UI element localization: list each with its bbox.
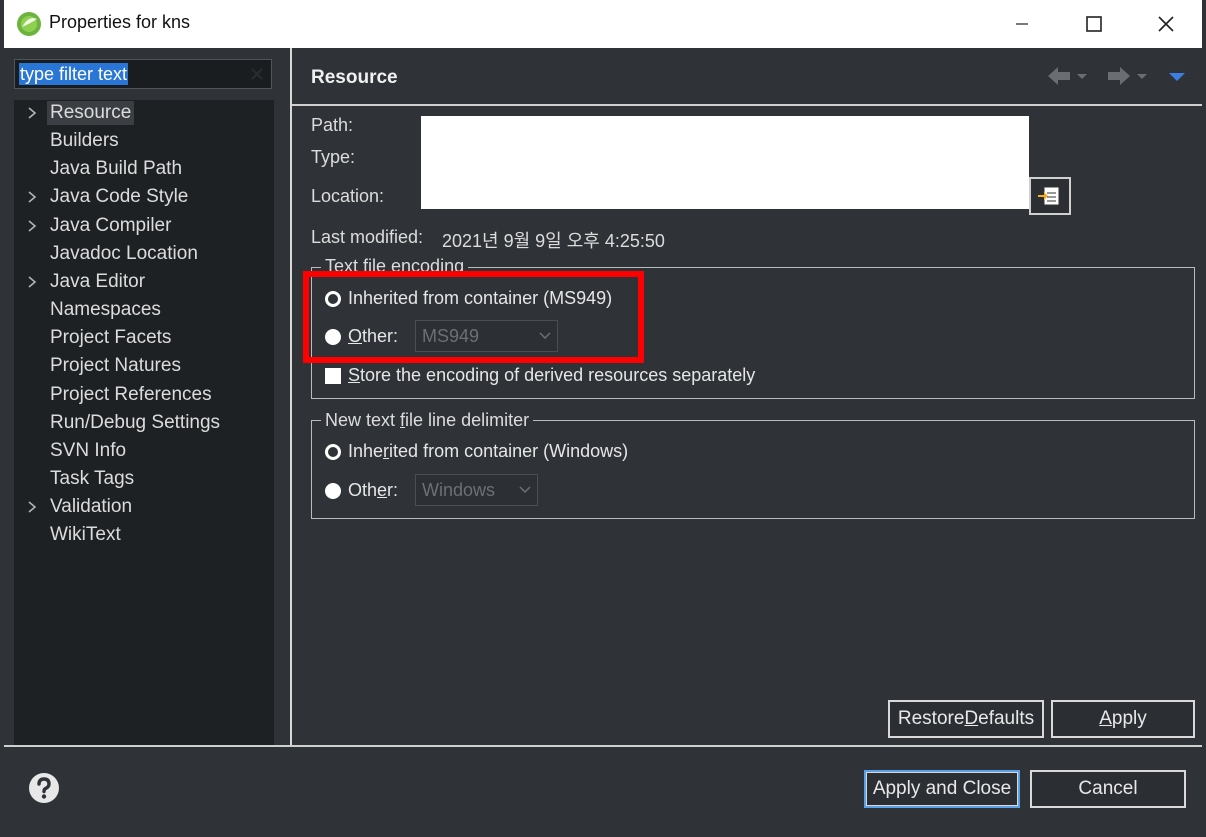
chevron-right-icon[interactable] [26, 104, 38, 122]
maximize-button[interactable] [1058, 0, 1130, 48]
tree-item[interactable]: Java Build Path [14, 156, 274, 183]
tree-item-label: Task Tags [50, 467, 135, 489]
close-icon [1158, 16, 1174, 32]
chevron-right-icon[interactable] [26, 498, 38, 516]
view-menu-icon[interactable] [1166, 64, 1188, 88]
maximize-icon [1086, 16, 1102, 32]
tree-item-label: Java Compiler [50, 214, 172, 236]
tree-item[interactable]: Java Compiler [14, 213, 274, 240]
tree-item-label: Javadoc Location [50, 242, 198, 264]
store-encoding-checkbox[interactable] [325, 368, 341, 384]
tree-item-label: SVN Info [50, 439, 127, 461]
delimiter-other-label[interactable]: Other: [348, 480, 398, 501]
clear-filter-icon[interactable] [249, 66, 265, 82]
path-label: Path: [311, 115, 354, 135]
tree-item[interactable]: Resource [14, 100, 274, 127]
right-panel: Resource Path: Type: Location: Last modi… [292, 48, 1202, 745]
filter-placeholder: type filter text [19, 63, 129, 85]
tree-item-label: WikiText [50, 524, 121, 546]
type-label: Type: [311, 147, 356, 167]
tree-item-label: Builders [50, 130, 119, 152]
close-button[interactable] [1130, 0, 1202, 48]
tree-item[interactable]: Project Natures [14, 353, 274, 380]
show-in-explorer-button[interactable] [1029, 177, 1071, 215]
page-title: Resource [311, 67, 398, 88]
tree-item-label: Namespaces [50, 299, 161, 321]
tree-item[interactable]: Java Code Style [14, 184, 274, 211]
tree-item-label: Java Code Style [50, 186, 189, 208]
tree-item-label: Project References [50, 383, 212, 405]
location-label: Location: [311, 186, 385, 206]
tree-item[interactable]: SVN Info [14, 438, 274, 465]
header-divider [292, 104, 1202, 106]
app-icon [17, 12, 41, 36]
delimiter-other-value: Windows [422, 480, 496, 500]
open-location-icon [1038, 186, 1060, 206]
property-tree: Resource Builders Java Build Path Java Code… [14, 100, 274, 745]
minimize-icon [1016, 23, 1028, 25]
cancel-button[interactable]: Cancel [1030, 770, 1186, 808]
tree-item-label: Java Build Path [50, 158, 183, 180]
title-bar: Properties for kns [4, 0, 1202, 48]
delimiter-other-radio[interactable] [325, 483, 341, 499]
window-title: Properties for kns [49, 12, 191, 32]
forward-icon[interactable] [1104, 64, 1150, 88]
filter-input[interactable]: type filter text [14, 59, 272, 89]
tree-item[interactable]: Java Editor [14, 269, 274, 296]
tree-item-label: Java Editor [50, 270, 146, 292]
chevron-down-icon [519, 486, 531, 494]
tree-item-label: Resource [47, 101, 135, 125]
back-icon[interactable] [1044, 64, 1090, 88]
tree-item[interactable]: Validation [14, 494, 274, 521]
tree-item[interactable]: Javadoc Location [14, 241, 274, 268]
tree-item[interactable]: Run/Debug Settings [14, 410, 274, 437]
apply-and-close-button[interactable]: Apply and Close [864, 770, 1020, 808]
tree-item[interactable]: WikiText [14, 522, 274, 549]
delimiter-other-select[interactable]: Windows [415, 474, 538, 506]
chevron-right-icon[interactable] [26, 217, 38, 235]
tree-item-label: Validation [50, 496, 133, 518]
chevron-right-icon[interactable] [26, 188, 38, 206]
tree-item-label: Project Facets [50, 327, 172, 349]
tree-item[interactable]: Builders [14, 128, 274, 155]
tree-item[interactable]: Namespaces [14, 297, 274, 324]
store-encoding-label[interactable]: Store the encoding of derived resources … [348, 365, 755, 386]
last-modified-label: Last modified: [311, 227, 424, 247]
chevron-right-icon[interactable] [26, 273, 38, 291]
last-modified-value: 2021년 9월 9일 오후 4:25:50 [442, 231, 665, 251]
tree-item-label: Project Natures [50, 355, 181, 377]
delimiter-inherited-radio[interactable] [325, 444, 341, 460]
page-header: Resource [292, 48, 1202, 104]
restore-defaults-button[interactable]: Restore Defaults [888, 700, 1044, 738]
redacted-info-area [421, 116, 1029, 209]
line-delimiter-legend: New text file line delimiter [321, 410, 534, 431]
tree-item[interactable]: Project Facets [14, 325, 274, 352]
tree-item[interactable]: Task Tags [14, 466, 274, 493]
bottom-bar: Apply and Close Cancel [4, 747, 1202, 831]
highlight-box [303, 271, 644, 363]
left-panel: type filter text Resource Builders Java Bu… [4, 48, 290, 745]
minimize-button[interactable] [986, 0, 1058, 48]
help-icon[interactable] [28, 772, 60, 804]
tree-item[interactable]: Project References [14, 382, 274, 409]
tree-item-label: Run/Debug Settings [50, 411, 221, 433]
apply-button[interactable]: Apply [1051, 700, 1195, 738]
delimiter-inherited-label[interactable]: Inherited from container (Windows) [348, 441, 628, 462]
